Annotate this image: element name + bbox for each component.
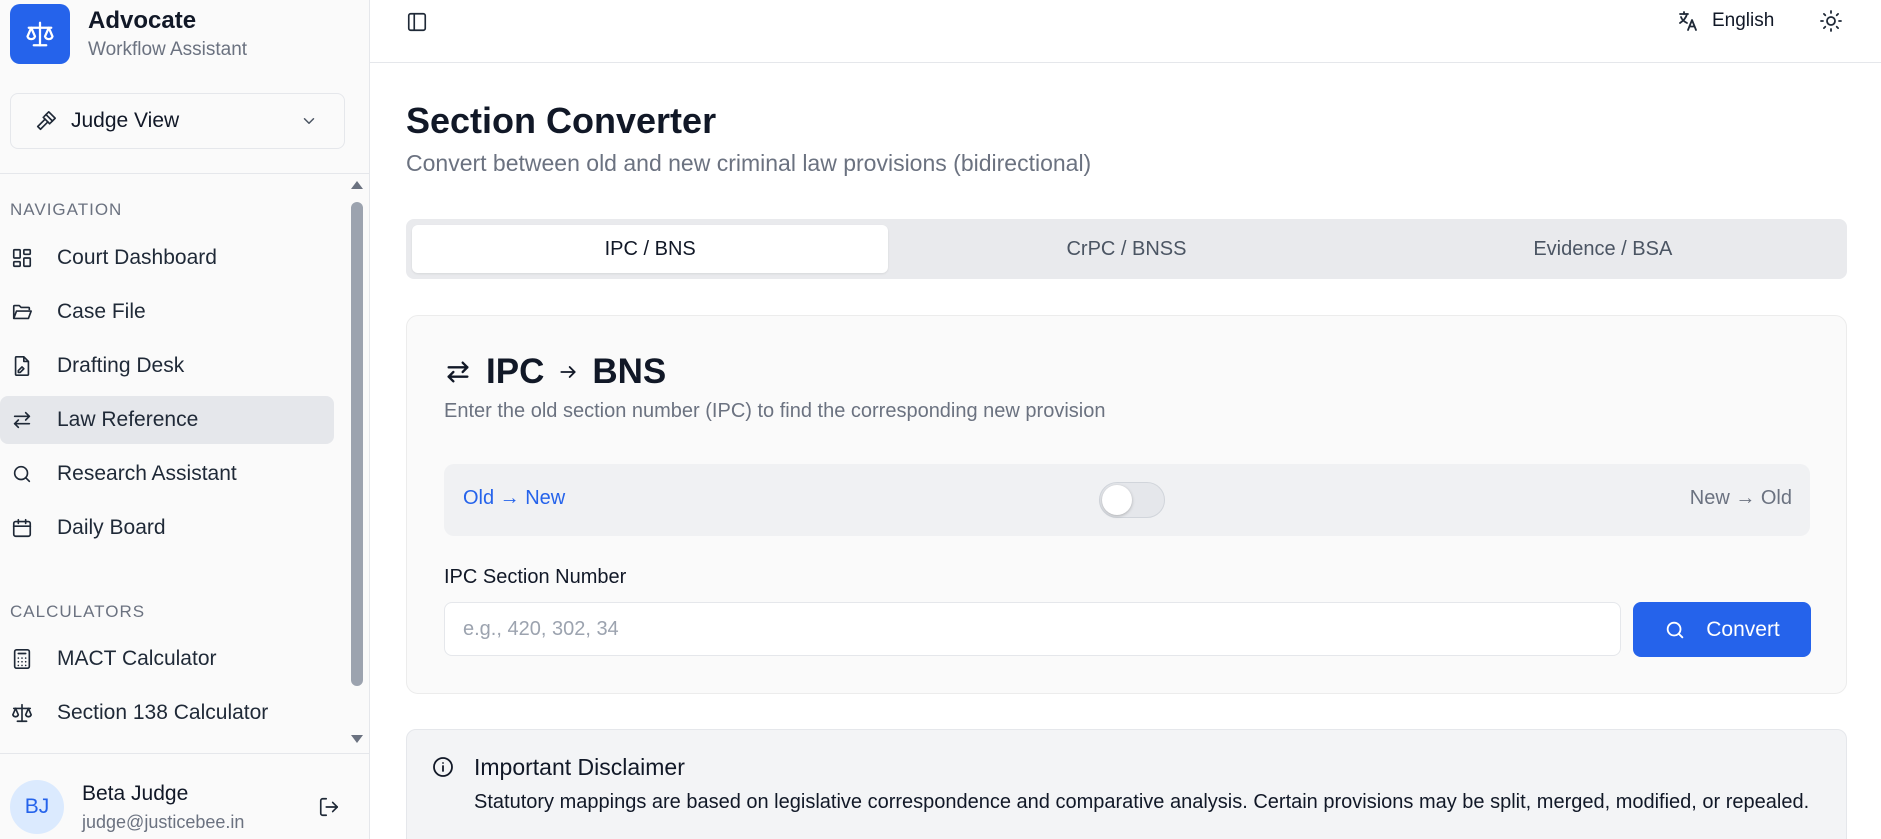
gavel-icon (35, 110, 57, 132)
section-number-label: IPC Section Number (444, 566, 627, 588)
sidebar-divider (0, 173, 369, 174)
sidebar-item-label: Case File (57, 300, 146, 323)
search-icon (1664, 619, 1686, 641)
convert-button[interactable]: Convert (1633, 602, 1811, 657)
sidebar-item-label: Drafting Desk (57, 354, 185, 377)
converter-description: Enter the old section number (IPC) to fi… (444, 400, 1106, 422)
view-selector[interactable]: Judge View (10, 93, 345, 149)
disclaimer-box: Important Disclaimer Statutory mappings … (406, 729, 1847, 839)
direction-old-new-label: Old → New (463, 487, 566, 509)
arrows-swap-icon (444, 358, 472, 386)
direction-new-old-label: New → Old (1689, 487, 1792, 509)
language-label: English (1712, 10, 1775, 31)
law-tabs: IPC / BNS CrPC / BNSS Evidence / BSA (406, 219, 1847, 279)
top-bar: English (370, 0, 1881, 63)
arrows-swap-icon (11, 409, 33, 431)
page-subtitle: Convert between old and new criminal law… (406, 150, 1092, 176)
direction-toggle-row: Old → New New → Old (444, 464, 1810, 536)
calendar-icon (11, 517, 33, 539)
chevron-down-icon (300, 112, 318, 130)
sidebar-item-law-reference[interactable]: Law Reference (0, 396, 334, 444)
section-number-input[interactable] (444, 602, 1621, 656)
tab-crpc-bnss[interactable]: CrPC / BNSS (888, 225, 1364, 273)
search-icon (11, 463, 33, 485)
converter-card: IPC BNS Enter the old section number (IP… (406, 315, 1847, 694)
brand[interactable]: Advocate Workflow Assistant (10, 4, 247, 64)
arrow-right-icon (558, 362, 578, 382)
logout-icon[interactable] (314, 792, 344, 822)
brand-title: Advocate (88, 7, 197, 34)
sidebar-item-research-assistant[interactable]: Research Assistant (0, 450, 334, 498)
disclaimer-body: Statutory mappings are based on legislat… (474, 791, 1810, 813)
sidebar-item-court-dashboard[interactable]: Court Dashboard (0, 234, 334, 282)
user-name: Beta Judge (82, 781, 189, 805)
switch-knob (1102, 485, 1132, 515)
tab-evidence-bsa[interactable]: Evidence / BSA (1365, 225, 1841, 273)
convert-button-label: Convert (1706, 617, 1780, 641)
navigation-heading: NAVIGATION (10, 200, 123, 219)
converter-from: IPC (486, 352, 545, 391)
sidebar-item-section-138-calculator[interactable]: Section 138 Calculator (0, 689, 334, 737)
sidebar: Advocate Workflow Assistant Judge View N… (0, 0, 370, 839)
sidebar-item-label: Daily Board (57, 516, 166, 539)
converter-to: BNS (592, 352, 667, 391)
sidebar-item-label: MACT Calculator (57, 647, 217, 670)
folder-open-icon (11, 301, 33, 323)
user-email: judge@justicebee.in (82, 811, 245, 832)
scroll-down-icon[interactable] (350, 732, 364, 750)
sidebar-toggle-icon[interactable] (404, 9, 430, 35)
scale-icon (11, 702, 33, 724)
scale-logo-icon (10, 4, 70, 64)
calculator-icon (11, 648, 33, 670)
scrollbar-thumb[interactable] (351, 202, 363, 686)
converter-title: IPC BNS (444, 349, 666, 395)
sidebar-item-label: Court Dashboard (57, 246, 217, 269)
sidebar-item-case-file[interactable]: Case File (0, 288, 334, 336)
direction-switch[interactable] (1099, 482, 1165, 518)
file-signature-icon (11, 355, 33, 377)
sidebar-item-label: Section 138 Calculator (57, 701, 269, 724)
sidebar-item-mact-calculator[interactable]: MACT Calculator (0, 635, 334, 683)
scroll-up-icon[interactable] (350, 178, 364, 196)
calculators-heading: CALCULATORS (10, 602, 146, 621)
sidebar-item-daily-board[interactable]: Daily Board (0, 504, 334, 552)
sidebar-scrollbar[interactable] (349, 176, 365, 754)
sidebar-item-drafting-desk[interactable]: Drafting Desk (0, 342, 334, 390)
disclaimer-title: Important Disclaimer (474, 754, 685, 780)
sidebar-item-label: Research Assistant (57, 462, 237, 485)
sidebar-divider (0, 753, 369, 754)
brand-subtitle: Workflow Assistant (88, 39, 248, 60)
sun-icon[interactable] (1818, 8, 1844, 34)
language-selector[interactable]: English (1676, 8, 1774, 34)
dashboard-icon (11, 247, 33, 269)
info-icon (431, 755, 455, 779)
page-title: Section Converter (406, 100, 717, 141)
avatar: BJ (10, 780, 64, 834)
tab-ipc-bns[interactable]: IPC / BNS (412, 225, 889, 273)
view-selector-label: Judge View (71, 109, 180, 132)
sidebar-item-label: Law Reference (57, 408, 199, 431)
translate-icon (1676, 9, 1700, 33)
user-profile: BJ Beta Judge judge@justicebee.in (10, 777, 360, 837)
